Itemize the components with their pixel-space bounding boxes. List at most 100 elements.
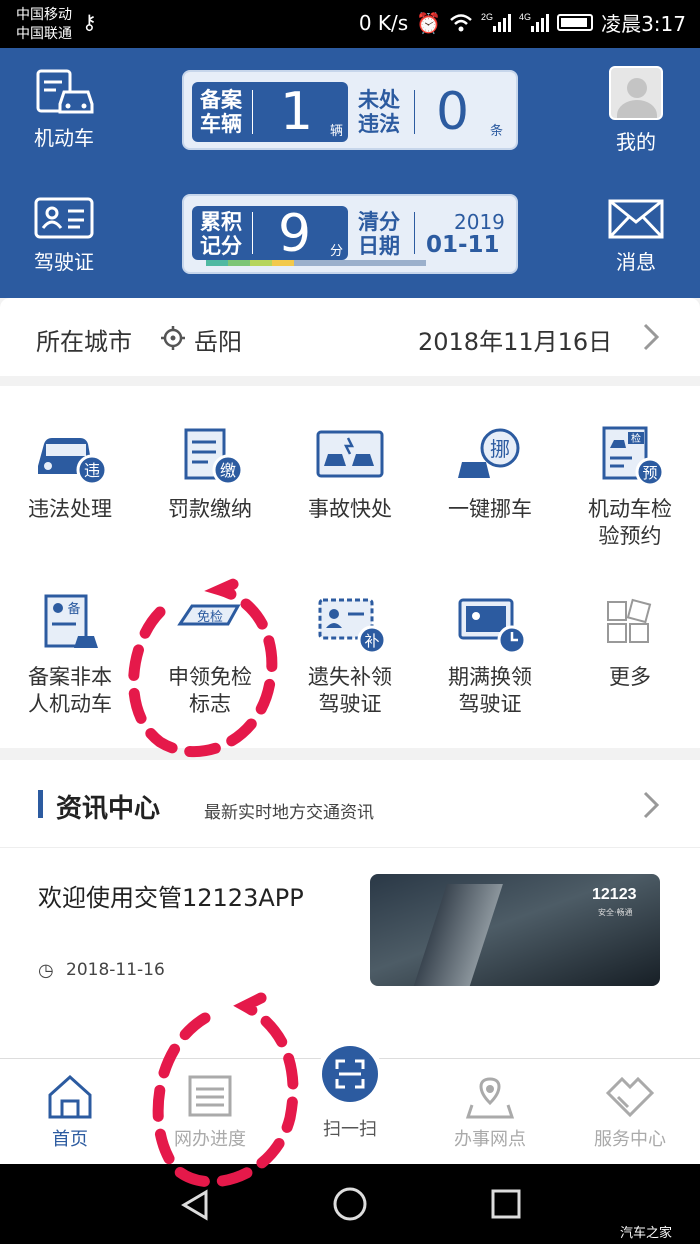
- news-section: 资讯中心 最新实时地方交通资讯 欢迎使用交管12123APP ◷ 2018-11…: [0, 760, 700, 1060]
- points-progress-bar: [206, 260, 426, 266]
- signal-icon-2g: 2G: [481, 12, 512, 32]
- tab-scan[interactable]: 扫一扫: [290, 1039, 410, 1141]
- exemption-tag-icon: 免检: [177, 604, 241, 626]
- signal-icon-4g: 4G: [519, 12, 550, 32]
- registered-count: 1: [280, 82, 314, 142]
- city-bar[interactable]: 所在城市 岳阳 2018年11月16日: [0, 298, 700, 376]
- bottom-tab-bar: 首页 网办进度 扫一扫 办事网点 服务中心: [0, 1041, 700, 1164]
- tab-home[interactable]: 首页: [10, 1073, 130, 1151]
- license-label: 驾驶证: [34, 250, 94, 274]
- network-speed: 0 K/s: [358, 10, 409, 35]
- service-inspection-appointment[interactable]: 检预 机动车检 验预约: [560, 426, 700, 550]
- svg-text:检: 检: [631, 432, 641, 445]
- handshake-icon: [605, 1076, 655, 1118]
- vehicle-label: 机动车: [34, 126, 94, 150]
- news-item-title: 欢迎使用交管12123APP: [38, 884, 304, 912]
- tab-service-center[interactable]: 服务中心: [570, 1073, 690, 1151]
- chevron-right-icon: [643, 323, 660, 351]
- svg-text:备: 备: [67, 601, 80, 617]
- scan-icon: [317, 1041, 383, 1107]
- messages-label: 消息: [616, 250, 656, 274]
- news-header[interactable]: 资讯中心 最新实时地方交通资讯: [0, 760, 700, 848]
- profile-button[interactable]: 我的: [596, 66, 676, 155]
- vehicle-document-icon: [36, 69, 94, 114]
- points-count: 9: [278, 204, 312, 264]
- service-accident-handling[interactable]: 事故快处: [280, 426, 420, 523]
- dashboard-header: 机动车 驾驶证 备案 车辆 1 辆 未处 违法 0 条 累积 记分 9 分 清分 日期: [0, 48, 700, 298]
- status-bar: 中国移动 中国联通 ⚷ 0 K/s ⏰ 2G 4G 凌晨3:17: [0, 0, 700, 48]
- service-replace-lost-license[interactable]: 补 遗失补领 驾驶证: [280, 594, 420, 718]
- home-icon: [48, 1074, 92, 1119]
- clear-date: 01-11: [426, 232, 500, 258]
- clock-icon: ◷: [38, 960, 54, 981]
- vehicle-button[interactable]: 机动车: [14, 68, 114, 151]
- license-card-icon: [34, 197, 94, 239]
- svg-text:预: 预: [642, 464, 657, 482]
- points-block: 累积 记分 9 分: [192, 206, 348, 260]
- news-thumbnail: 12123 安全·畅通: [370, 874, 660, 986]
- alarm-icon: ⏰: [416, 10, 442, 35]
- service-violation-handling[interactable]: 违 违法处理: [0, 426, 140, 523]
- svg-text:2G: 2G: [481, 12, 493, 22]
- lost-license-icon: 补: [318, 598, 387, 654]
- fine-scroll-icon: 缴: [184, 428, 244, 486]
- service-exemption-sticker[interactable]: 免检 申领免检 标志: [140, 594, 280, 718]
- svg-text:缴: 缴: [220, 461, 236, 480]
- violations-block: 未处 违法 0 条: [358, 82, 504, 142]
- renew-license-icon: [458, 598, 527, 654]
- violation-count: 0: [436, 82, 470, 142]
- envelope-icon: [608, 199, 664, 239]
- points-panel[interactable]: 累积 记分 9 分 清分 日期 2019 01-11: [182, 194, 518, 274]
- accident-icon: [316, 430, 384, 478]
- watermark: 汽车之家: [620, 1226, 673, 1241]
- service-register-other-vehicle[interactable]: 备 备案非本 人机动车: [0, 594, 140, 718]
- recents-icon[interactable]: [490, 1188, 522, 1220]
- grid-more-icon: [607, 598, 652, 643]
- clear-date-block: 清分 日期 2019 01-11: [358, 210, 505, 258]
- progress-list-icon: [188, 1075, 232, 1117]
- vehicle-stats-panel[interactable]: 备案 车辆 1 辆 未处 违法 0 条: [182, 70, 518, 150]
- section-accent-bar: [38, 790, 43, 818]
- register-vehicle-icon: 备: [44, 594, 98, 648]
- news-item[interactable]: 欢迎使用交管12123APP ◷ 2018-11-16 12123 安全·畅通: [0, 848, 700, 998]
- news-item-date: 2018-11-16: [66, 960, 165, 980]
- inspection-icon: 检预: [602, 426, 665, 486]
- battery-icon: [557, 14, 594, 31]
- svg-text:挪: 挪: [490, 437, 510, 461]
- city-name[interactable]: 岳阳: [194, 322, 242, 357]
- svg-text:违: 违: [84, 461, 100, 480]
- messages-button[interactable]: 消息: [596, 198, 676, 275]
- avatar: [609, 66, 663, 120]
- system-nav-bar: 汽车之家: [0, 1164, 700, 1244]
- location-target-icon: [161, 326, 185, 350]
- profile-label: 我的: [616, 130, 656, 154]
- license-button[interactable]: 驾驶证: [14, 196, 114, 275]
- tab-service-points[interactable]: 办事网点: [430, 1073, 550, 1151]
- car-violation-icon: 违: [38, 438, 108, 486]
- clear-year: 2019: [454, 210, 505, 234]
- service-fine-payment[interactable]: 缴 罚款缴纳: [140, 426, 280, 523]
- service-renew-license[interactable]: 期满换领 驾驶证: [420, 594, 560, 718]
- svg-text:4G: 4G: [519, 12, 531, 22]
- registered-vehicles-block: 备案 车辆 1 辆: [192, 82, 348, 142]
- tab-progress[interactable]: 网办进度: [150, 1073, 270, 1151]
- move-car-icon: 挪: [458, 428, 520, 478]
- city-label: 所在城市: [36, 328, 132, 356]
- chevron-right-icon: [643, 791, 660, 819]
- wifi-icon: [450, 13, 472, 31]
- news-subtitle: 最新实时地方交通资讯: [204, 803, 374, 823]
- current-date: 2018年11月16日: [418, 328, 613, 356]
- clock: 凌晨3:17: [601, 12, 686, 36]
- carrier-labels: 中国移动 中国联通: [16, 7, 72, 42]
- service-grid: 违 违法处理 缴 罚款缴纳 事故快处 挪 一键挪车 检预 机动车检 验预约 备 备…: [0, 386, 700, 748]
- svg-text:免检: 免检: [197, 610, 223, 625]
- service-more[interactable]: 更多: [560, 594, 700, 691]
- news-title: 资讯中心: [56, 794, 161, 824]
- key-icon: ⚷: [82, 10, 97, 34]
- road-shape: [413, 884, 503, 986]
- service-move-car[interactable]: 挪 一键挪车: [420, 426, 560, 523]
- svg-text:补: 补: [364, 632, 379, 650]
- back-icon[interactable]: [178, 1188, 212, 1222]
- home-circle-icon[interactable]: [332, 1186, 368, 1222]
- map-pin-icon: [465, 1077, 515, 1119]
